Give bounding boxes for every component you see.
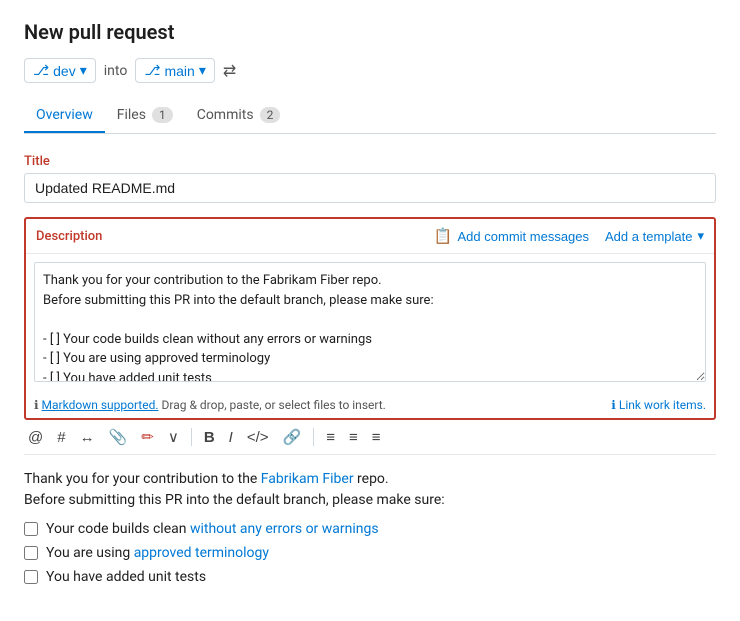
mention-button[interactable]: @: [24, 427, 47, 448]
drag-drop-text: Drag & drop, paste, or select files to i…: [162, 398, 386, 412]
from-branch-button[interactable]: ⎇ dev ▾: [24, 58, 96, 83]
markdown-link[interactable]: Markdown supported.: [42, 398, 159, 412]
description-textarea[interactable]: Thank you for your contribution to the F…: [34, 262, 706, 382]
branch-icon-2: ⎇: [144, 62, 160, 79]
tab-overview-label: Overview: [36, 107, 93, 123]
title-label: Title: [24, 154, 716, 169]
checklist-text-2: You are using approved terminology: [46, 545, 269, 561]
info-icon: ℹ: [34, 398, 39, 412]
tab-commits[interactable]: Commits 2: [185, 99, 293, 133]
tab-files-badge: 1: [152, 107, 173, 123]
tab-overview[interactable]: Overview: [24, 99, 105, 133]
checklist-checkbox-2[interactable]: [24, 546, 38, 560]
task-list-button[interactable]: ≡: [368, 427, 385, 448]
branch-icon: ⎇: [33, 62, 49, 79]
toolbar-separator: [191, 428, 192, 446]
description-footer: ℹ Markdown supported. Drag & drop, paste…: [26, 394, 714, 418]
from-branch-label: dev: [53, 63, 76, 79]
link-work-items-button[interactable]: ℹ Link work items.: [611, 398, 706, 412]
description-container: Description 📋 Add commit messages Add a …: [24, 217, 716, 420]
checklist-item-1: Your code builds clean without any error…: [24, 521, 716, 537]
chevron-down-icon: ▾: [80, 62, 87, 79]
commit-icon: 📋: [434, 227, 453, 245]
description-textarea-wrapper: Thank you for your contribution to the F…: [26, 254, 714, 394]
code-button[interactable]: </>: [243, 427, 273, 448]
description-actions: 📋 Add commit messages Add a template ▾: [434, 227, 704, 245]
pen-dropdown-button[interactable]: ∨: [164, 426, 183, 448]
tab-files[interactable]: Files 1: [105, 99, 185, 133]
pen-button[interactable]: ✏: [137, 426, 158, 448]
to-branch-label: main: [164, 63, 194, 79]
link-work-items-label: Link work items.: [619, 398, 706, 412]
link-icon: ℹ: [611, 398, 616, 412]
tab-commits-badge: 2: [260, 107, 281, 123]
swap-icon[interactable]: ⇄: [223, 61, 236, 80]
chevron-down-icon-3: ▾: [697, 228, 704, 244]
preview-intro-text2: repo.: [354, 471, 389, 487]
tabs-bar: Overview Files 1 Commits 2: [24, 99, 716, 134]
description-header: Description 📋 Add commit messages Add a …: [26, 219, 714, 254]
reference-button[interactable]: ↔: [76, 427, 99, 448]
preview-intro: Thank you for your contribution to the F…: [24, 469, 716, 511]
checklist-item-2: You are using approved terminology: [24, 545, 716, 561]
branch-selector: ⎇ dev ▾ into ⎇ main ▾ ⇄: [24, 58, 716, 83]
preview-section: Thank you for your contribution to the F…: [24, 469, 716, 585]
checklist-item-3: You have added unit tests: [24, 569, 716, 585]
preview-line2: Before submitting this PR into the defau…: [24, 492, 445, 508]
page-container: New pull request ⎇ dev ▾ into ⎇ main ▾ ⇄…: [0, 0, 740, 621]
markdown-info: ℹ Markdown supported. Drag & drop, paste…: [34, 398, 386, 412]
formatting-toolbar: @ # ↔ 📎 ✏ ∨ B I </> 🔗 ≡ ≡ ≡: [24, 420, 716, 455]
hash-button[interactable]: #: [53, 427, 69, 448]
errors-link[interactable]: without any errors or warnings: [190, 521, 379, 537]
add-template-label: Add a template: [605, 229, 692, 244]
tab-files-label: Files: [117, 107, 146, 123]
page-title: New pull request: [24, 20, 716, 44]
add-commit-messages-button[interactable]: 📋 Add commit messages: [434, 227, 589, 245]
checklist-text-1: Your code builds clean without any error…: [46, 521, 379, 537]
form-section: Title Description 📋 Add commit messages …: [24, 154, 716, 601]
terminology-link[interactable]: approved terminology: [134, 545, 269, 561]
into-text: into: [104, 63, 128, 79]
checklist-checkbox-3[interactable]: [24, 570, 38, 584]
chevron-down-icon-2: ▾: [199, 62, 206, 79]
unordered-list-button[interactable]: ≡: [322, 427, 339, 448]
checklist: Your code builds clean without any error…: [24, 521, 716, 585]
checklist-checkbox-1[interactable]: [24, 522, 38, 536]
bold-button[interactable]: B: [200, 427, 219, 448]
add-template-button[interactable]: Add a template ▾: [605, 228, 704, 244]
fabrikam-link[interactable]: Fabrikam Fiber: [261, 471, 354, 487]
link-button[interactable]: 🔗: [279, 426, 306, 448]
add-commit-messages-label: Add commit messages: [458, 229, 590, 244]
to-branch-button[interactable]: ⎇ main ▾: [135, 58, 215, 83]
checklist-text-3: You have added unit tests: [46, 569, 206, 585]
attach-button[interactable]: 📎: [105, 426, 132, 448]
tab-commits-label: Commits: [197, 107, 254, 123]
italic-button[interactable]: I: [225, 427, 237, 448]
ordered-list-button[interactable]: ≡: [345, 427, 362, 448]
toolbar-separator-2: [313, 428, 314, 446]
preview-intro-text1: Thank you for your contribution to the: [24, 471, 261, 487]
title-input[interactable]: [24, 173, 716, 203]
description-label: Description: [36, 229, 102, 244]
